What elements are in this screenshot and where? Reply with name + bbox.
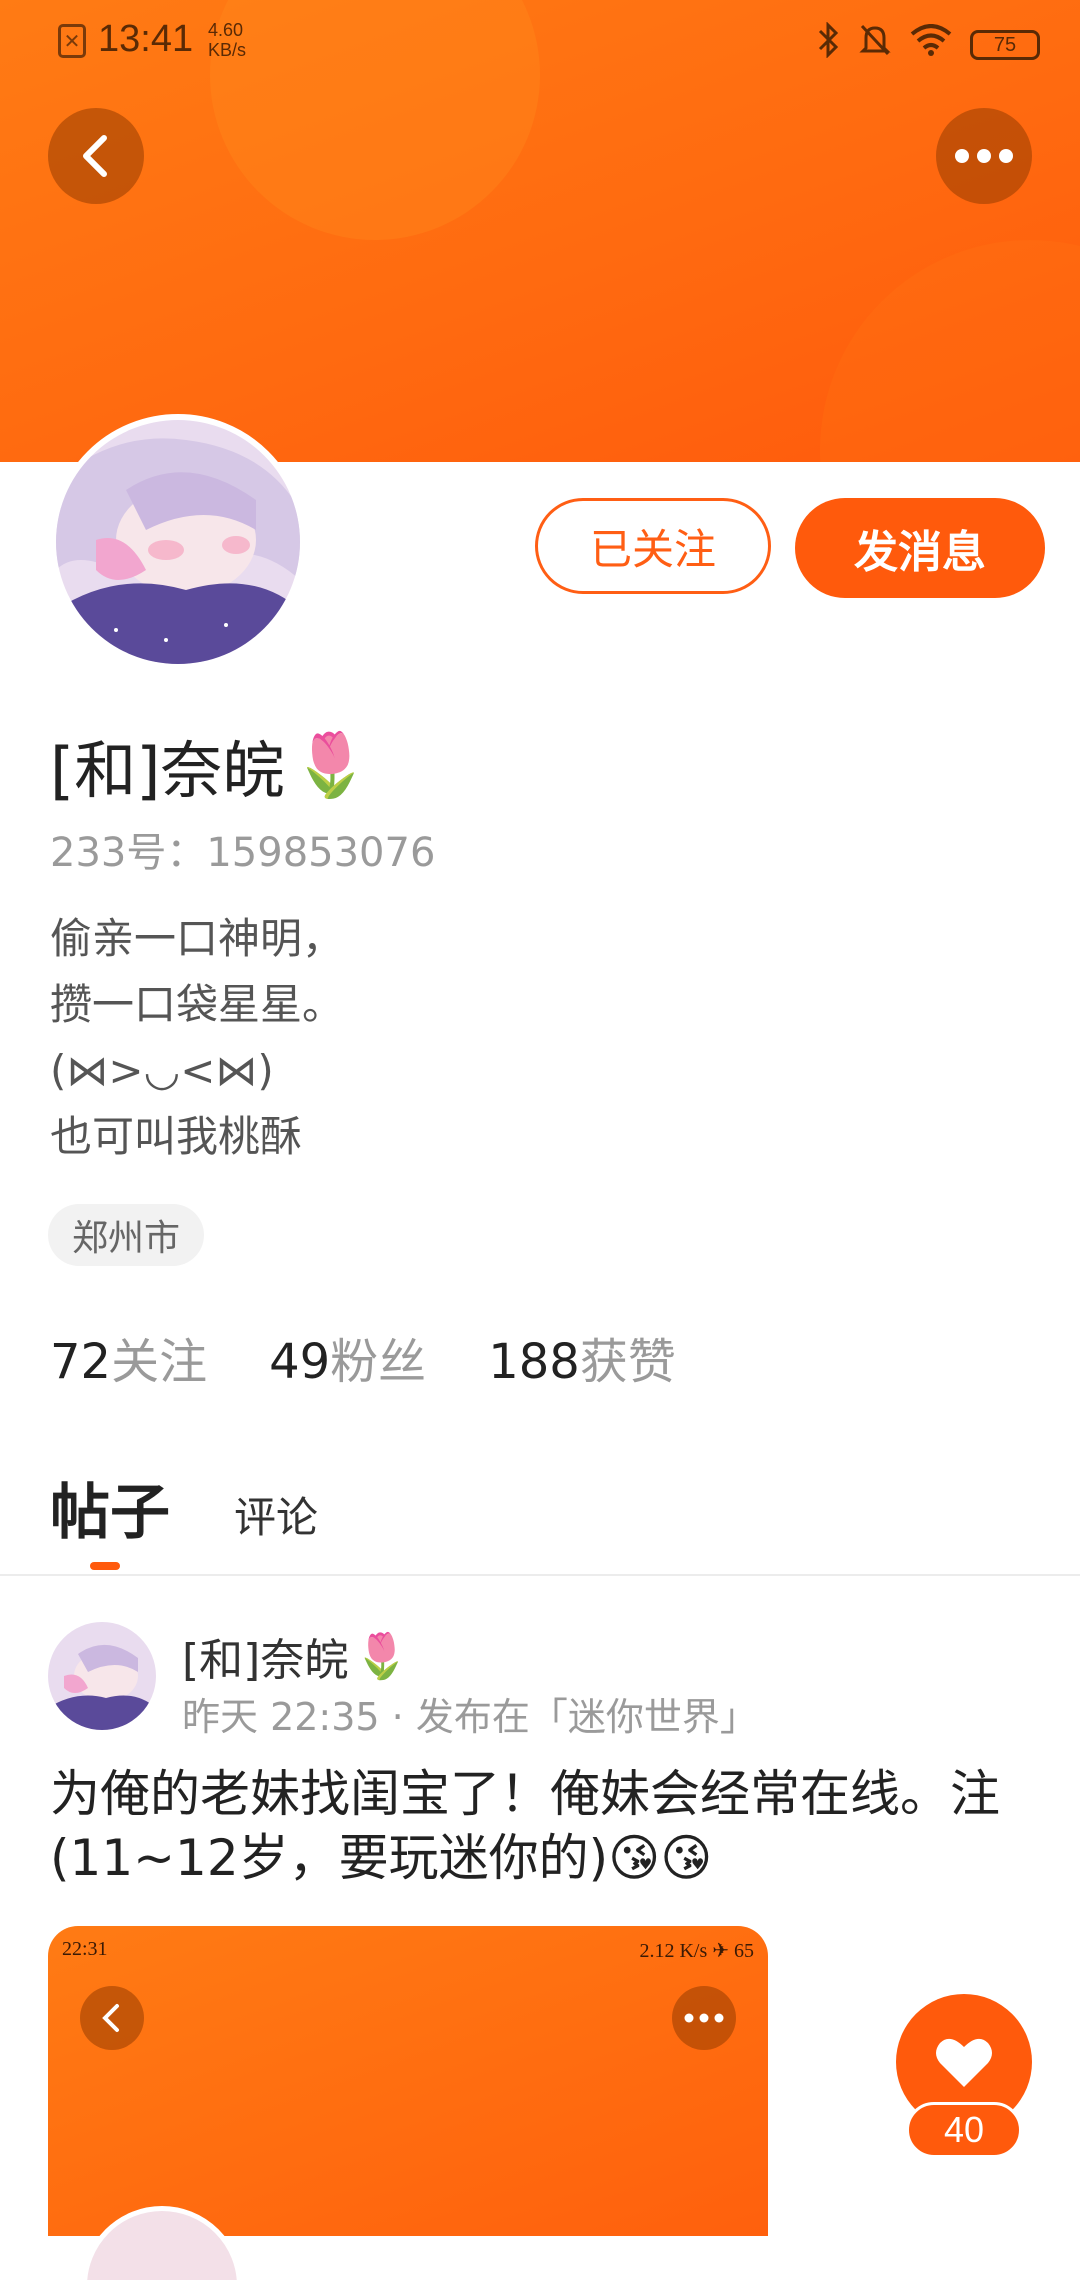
post-meta: 昨天 22:35 · 发布在「迷你世界」 (182, 1695, 758, 1739)
heart-icon (936, 2038, 992, 2087)
bio-line: 偷亲一口神明， (50, 914, 345, 963)
more-dots-icon (955, 149, 1013, 163)
username-text: [和]奈皖 (50, 734, 285, 807)
battery-indicator: 75 (970, 29, 1040, 60)
avatar-illustration (48, 1622, 156, 1730)
stat-likes[interactable]: 188获赞 (488, 1322, 676, 1392)
stat-number: 49 (269, 1334, 331, 1390)
content-tabs: 帖子 评论 (50, 1464, 318, 1551)
tab-comments[interactable]: 评论 (234, 1484, 318, 1551)
avatar-illustration (56, 420, 300, 664)
image-avatar (82, 2206, 242, 2280)
image-more-icon (672, 1986, 736, 2050)
like-count: 40 (906, 2102, 1022, 2158)
stat-label: 获赞 (579, 1334, 676, 1390)
tab-label: 帖子 (50, 1478, 170, 1548)
back-button[interactable] (48, 108, 144, 204)
post-author-avatar[interactable] (48, 1622, 156, 1730)
author-name-text: [和]奈皖 (182, 1635, 349, 1686)
user-id: 233号：159853076 (50, 830, 436, 876)
chevron-left-icon (83, 135, 107, 177)
image-status-right: 2.12 K/s ✈ 65 (639, 1940, 754, 1962)
more-options-button[interactable] (936, 108, 1032, 204)
stat-number: 72 (50, 1334, 112, 1390)
post-image[interactable]: 22:31 2.12 K/s ✈ 65 (48, 1926, 768, 2280)
profile-avatar[interactable] (50, 414, 306, 670)
status-bar: ✕ 13:41 4.60 KB/s 75 (0, 0, 1080, 84)
network-speed-value: 4.60 (208, 20, 244, 40)
location-tag: 郑州市 (48, 1204, 205, 1266)
network-speed-unit: KB/s (208, 40, 247, 60)
stat-label: 粉丝 (330, 1334, 427, 1390)
send-message-button[interactable]: 发消息 (795, 498, 1045, 598)
stat-following[interactable]: 72关注 (50, 1322, 207, 1392)
tulip-emoji: 🌷 (354, 1631, 410, 1682)
mute-bell-icon (858, 22, 892, 67)
header-decoration (820, 240, 1080, 462)
post-author-name[interactable]: [和]奈皖 🌷 (182, 1624, 409, 1688)
stat-label: 关注 (111, 1334, 208, 1390)
active-tab-indicator (90, 1562, 120, 1570)
network-speed: 4.60 KB/s (208, 20, 246, 60)
status-time: 13:41 (98, 18, 194, 60)
bio-line: 攒一口袋星星。 (50, 980, 345, 1029)
image-status-time: 22:31 (62, 1938, 108, 1960)
stat-followers[interactable]: 49粉丝 (269, 1322, 426, 1392)
bio-line: 也可叫我桃酥 (50, 1112, 303, 1161)
following-button[interactable]: 已关注 (535, 498, 771, 594)
profile-bio: 偷亲一口神明， 攒一口袋星星。 (⋈>◡<⋈) 也可叫我桃酥 (50, 906, 344, 1170)
profile-username: [和]奈皖 🌷 (50, 720, 370, 810)
status-icons: 75 (818, 21, 1040, 67)
bio-line: (⋈>◡<⋈) (50, 1046, 274, 1095)
wifi-icon (910, 24, 952, 65)
tab-posts[interactable]: 帖子 (50, 1464, 170, 1551)
notification-icon: ✕ (58, 24, 86, 58)
stat-number: 188 (488, 1334, 580, 1390)
profile-stats: 72关注 49粉丝 188获赞 (50, 1322, 676, 1392)
post-text[interactable]: 为俺的老妹找闺宝了！俺妹会经常在线。注(11~12岁，要玩迷你的)😘😘 (50, 1762, 1040, 1890)
tabs-divider (0, 1574, 1080, 1576)
image-back-icon (80, 1986, 144, 2050)
tulip-emoji: 🌷 (292, 728, 370, 801)
bluetooth-icon (818, 21, 840, 67)
